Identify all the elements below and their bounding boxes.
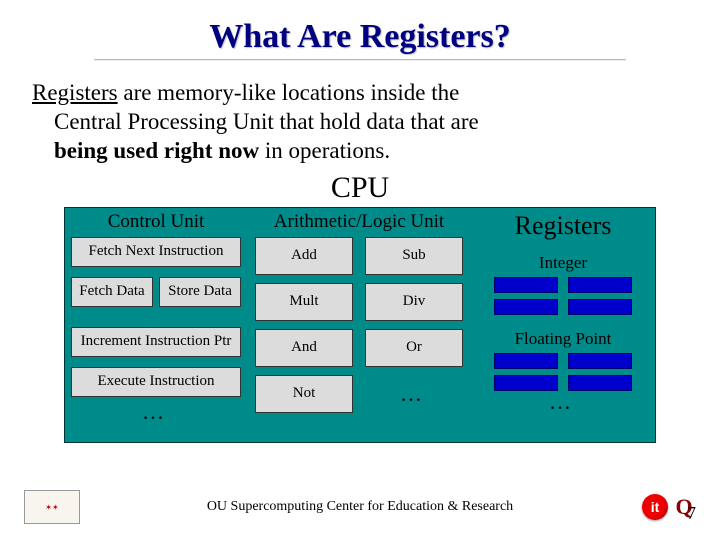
def-line1-rest: are memory-like locations inside the xyxy=(118,80,460,105)
integer-registers-row2 xyxy=(477,299,649,315)
footer: ✶✶ OU Supercomputing Center for Educatio… xyxy=(0,490,720,524)
alu-title: Arithmetic/Logic Unit xyxy=(247,212,471,233)
cell-execute-instruction: Execute Instruction xyxy=(71,367,241,397)
alu-ellipsis: … xyxy=(365,375,463,413)
def-bold-phrase: being used right now xyxy=(54,138,259,163)
control-unit-ellipsis: … xyxy=(71,407,241,425)
register-block xyxy=(568,375,632,391)
integer-label: Integer xyxy=(477,253,649,273)
cell-not: Not xyxy=(255,375,353,413)
title-underline xyxy=(94,59,625,61)
page-number: 7 xyxy=(687,503,696,524)
def-underlined-term: Registers xyxy=(32,80,118,105)
registers-column: Registers Integer Floating Point … xyxy=(477,212,649,436)
def-line2: Central Processing Unit that hold data t… xyxy=(54,109,479,134)
footer-center-text: OU Supercomputing Center for Education &… xyxy=(0,499,720,515)
control-unit-title: Control Unit xyxy=(71,212,241,233)
cell-sub: Sub xyxy=(365,237,463,275)
cpu-header: CPU xyxy=(28,171,692,205)
cell-div: Div xyxy=(365,283,463,321)
floating-point-label: Floating Point xyxy=(477,329,649,349)
definition-paragraph: Registers are memory-like locations insi… xyxy=(28,79,692,165)
cpu-diagram: Control Unit Fetch Next Instruction Fetc… xyxy=(64,207,656,443)
float-registers-row1 xyxy=(477,353,649,369)
control-unit-column: Control Unit Fetch Next Instruction Fetc… xyxy=(71,212,241,436)
sponsor-logo-icon: ✶✶ xyxy=(24,490,80,524)
registers-ellipsis: … xyxy=(477,397,649,415)
register-block xyxy=(568,299,632,315)
register-block xyxy=(568,353,632,369)
register-block xyxy=(494,277,558,293)
cell-fetch-data: Fetch Data xyxy=(71,277,153,307)
integer-registers-row1 xyxy=(477,277,649,293)
slide-title: What Are Registers? xyxy=(28,18,692,56)
cell-fetch-next-instruction: Fetch Next Instruction xyxy=(71,237,241,267)
def-line3-rest: in operations. xyxy=(259,138,390,163)
register-block xyxy=(494,353,558,369)
cell-store-data: Store Data xyxy=(159,277,241,307)
cell-and: And xyxy=(255,329,353,367)
registers-title: Registers xyxy=(477,212,649,241)
register-block xyxy=(568,277,632,293)
cell-or: Or xyxy=(365,329,463,367)
cell-add: Add xyxy=(255,237,353,275)
register-block xyxy=(494,299,558,315)
cell-increment-instruction-ptr: Increment Instruction Ptr xyxy=(71,327,241,357)
alu-column: Arithmetic/Logic Unit Add Sub Mult Div A… xyxy=(247,212,471,436)
it-logo-icon: it xyxy=(642,494,668,520)
cell-mult: Mult xyxy=(255,283,353,321)
